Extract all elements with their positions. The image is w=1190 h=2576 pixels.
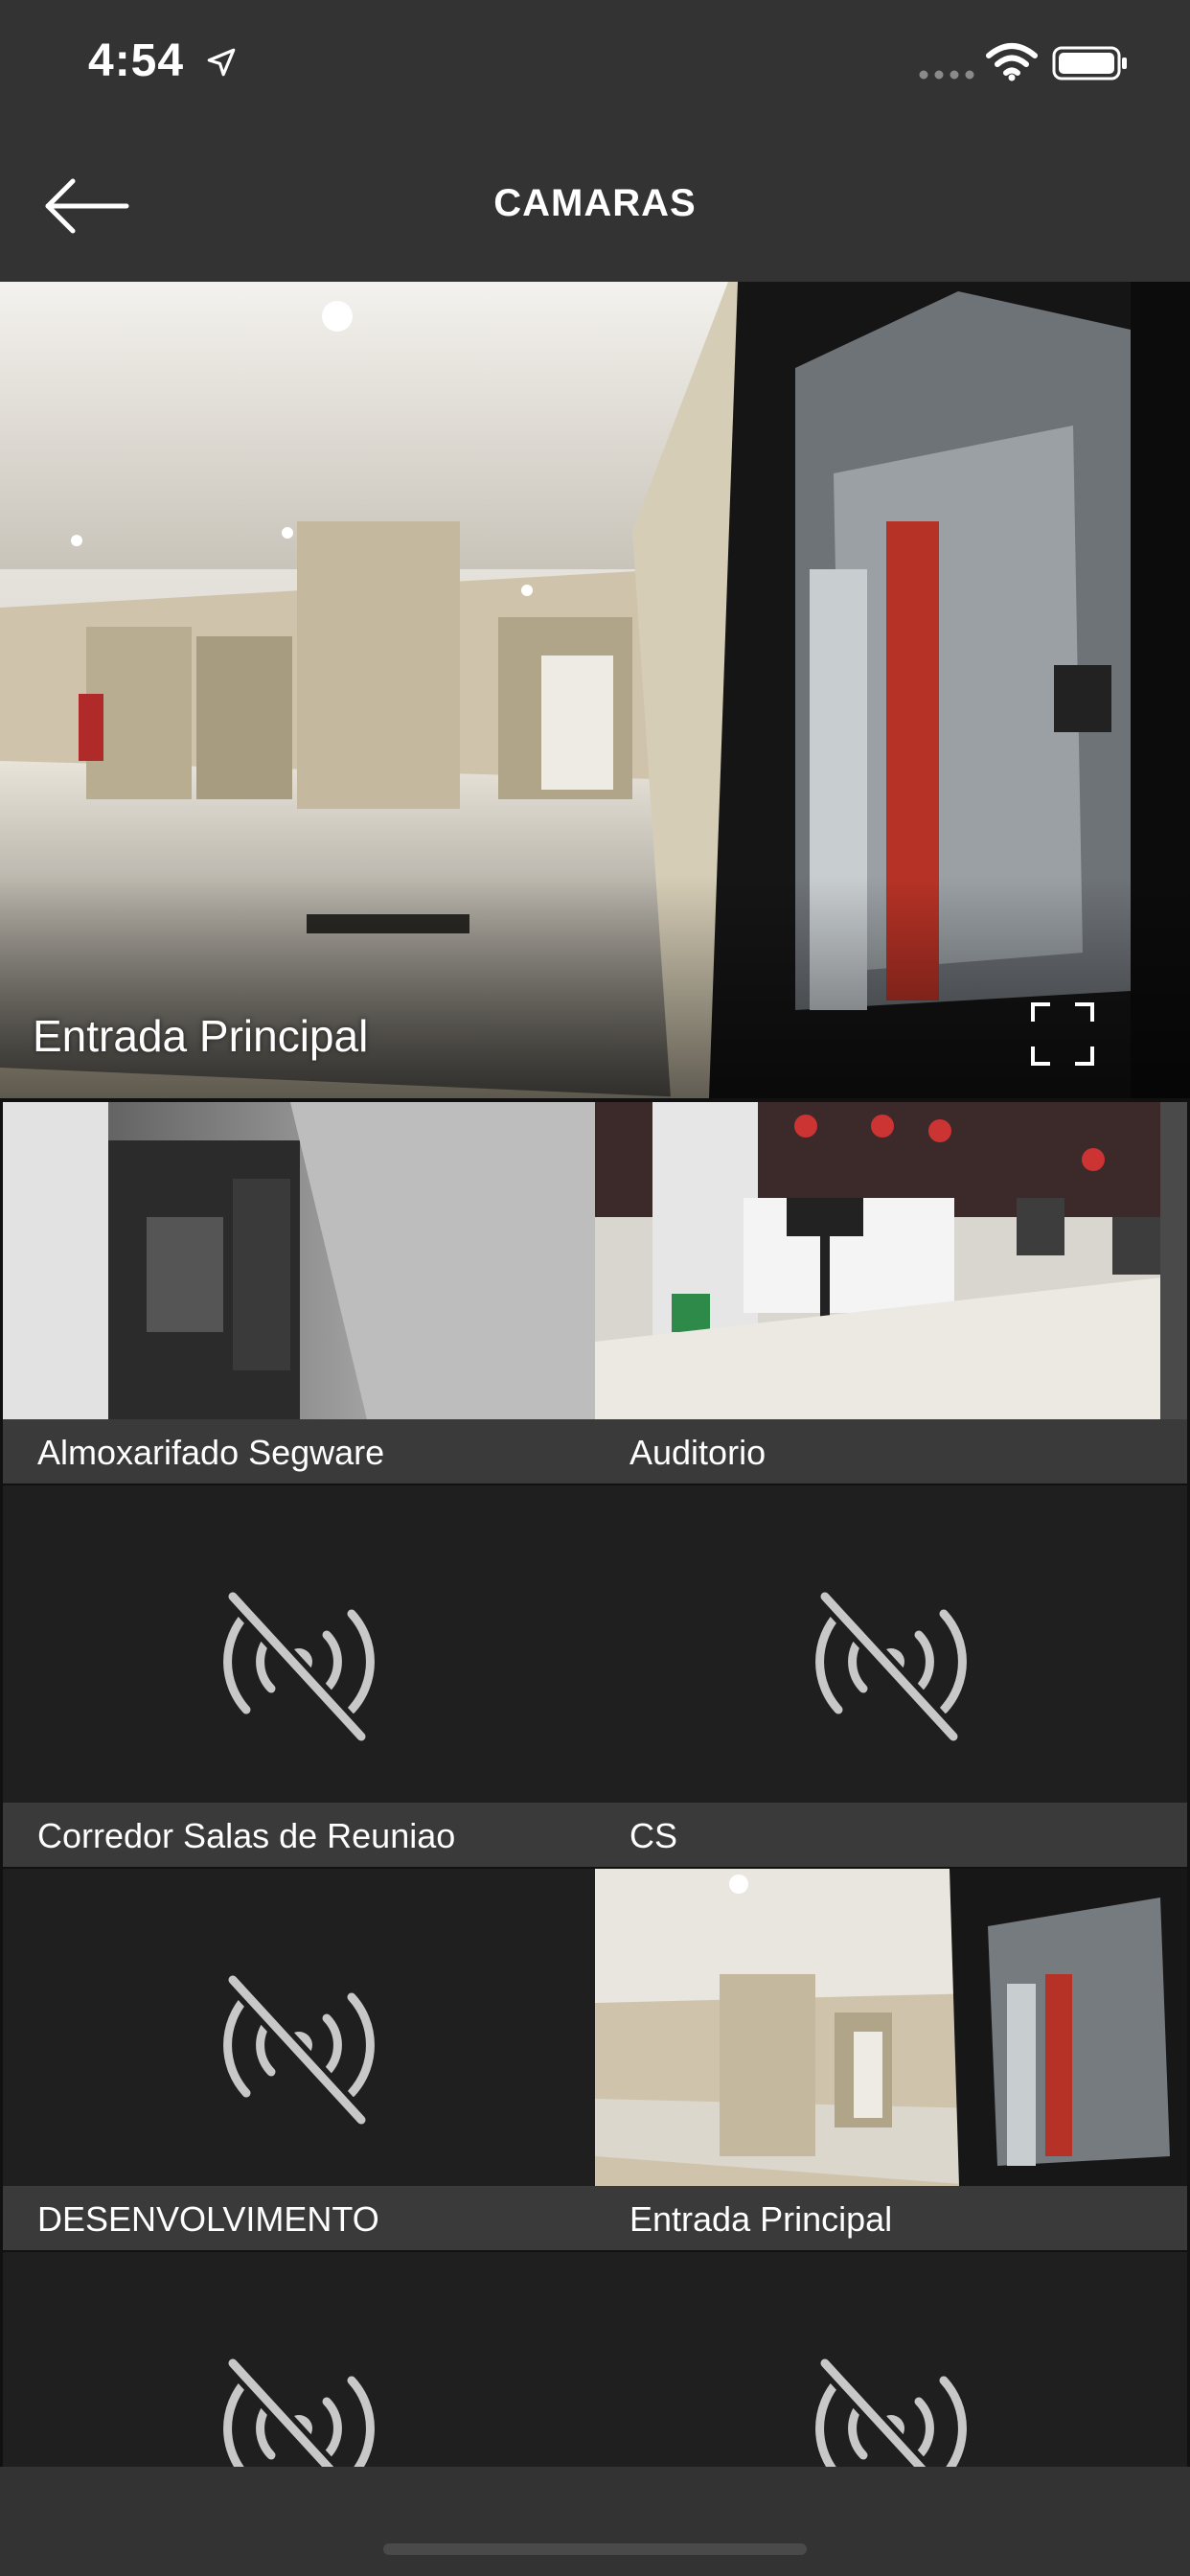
featured-camera-label: Entrada Principal [33,1011,369,1061]
camera-caption: DESENVOLVIMENTO [3,2186,595,2250]
camera-caption: Almoxarifado Segware [3,1419,595,1484]
no-signal-icon [815,1591,967,1744]
status-time: 4:54 [88,35,185,86]
camera-tile[interactable] [3,2252,595,2467]
battery-icon [1052,46,1127,80]
signal-dots-icon [919,70,974,80]
camera-tile[interactable]: Auditorio [595,1102,1187,1484]
camera-tile[interactable]: DESENVOLVIMENTO [3,1869,595,2250]
camera-name: Auditorio [629,1433,767,1472]
camera-name: DESENVOLVIMENTO [37,2199,379,2239]
camera-tile[interactable] [595,2252,1187,2467]
no-signal-icon [223,2358,375,2467]
camera-name: Entrada Principal [629,2199,893,2239]
bottom-bar [0,2467,1190,2576]
no-signal-icon [223,1591,375,1744]
location-arrow-icon [207,48,236,77]
camera-name: Almoxarifado Segware [37,1433,385,1472]
camera-caption: Auditorio [595,1419,1187,1484]
fullscreen-icon[interactable] [1031,1002,1094,1066]
navigation-bar: CAMARAS [0,128,1190,282]
camera-thumbnail [595,1869,1187,2186]
camera-tile[interactable]: Corredor Salas de Reuniao [3,1485,595,1867]
camera-name: CS [629,1816,678,1855]
camera-caption: Corredor Salas de Reuniao [3,1803,595,1867]
featured-camera-feed[interactable]: Entrada Principal [0,282,1190,1098]
camera-thumbnail [3,1102,595,1419]
status-bar: 4:54 [0,0,1190,128]
wifi-icon [986,43,1038,81]
no-signal-icon [223,1974,375,2128]
camera-tile[interactable]: Entrada Principal [595,1869,1187,2250]
camera-name: Corredor Salas de Reuniao [37,1816,456,1855]
camera-caption: CS [595,1803,1187,1867]
camera-tile[interactable]: Almoxarifado Segware [3,1102,595,1484]
home-indicator[interactable] [383,2543,807,2555]
page-title: CAMARAS [493,182,697,224]
camera-thumbnail [595,1102,1187,1419]
camera-tile[interactable]: CS [595,1485,1187,1867]
featured-camera-image [0,282,1190,1098]
camera-caption: Entrada Principal [595,2186,1187,2250]
camera-grid: Almoxarifado Segware Auditorio Corredor … [0,1098,1190,2467]
no-signal-icon [815,2358,967,2467]
